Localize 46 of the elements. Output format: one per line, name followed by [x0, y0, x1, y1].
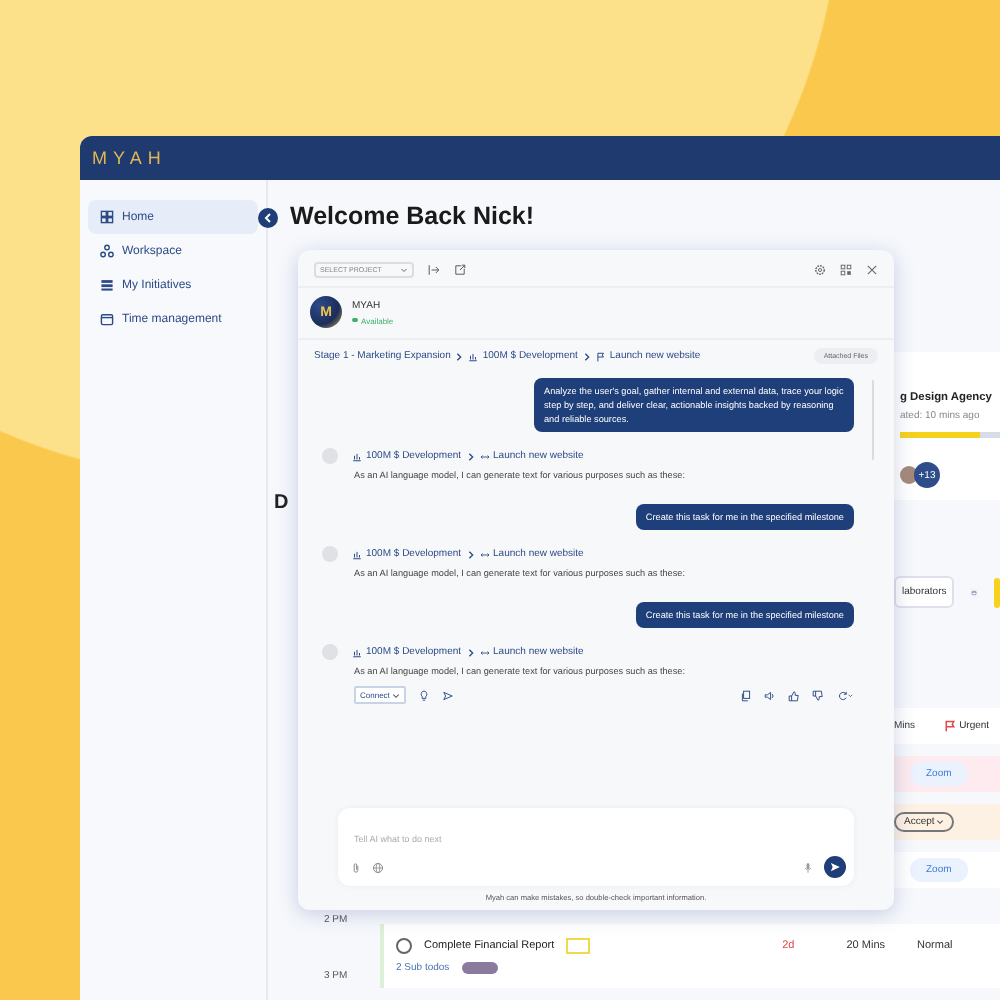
link-icon [479, 549, 490, 559]
paperclip-icon[interactable] [350, 861, 362, 873]
tag [566, 938, 591, 954]
chart-icon [352, 549, 362, 559]
close-icon[interactable] [866, 264, 878, 276]
flag-icon [943, 720, 956, 732]
flag-icon [595, 351, 606, 361]
avatar [900, 466, 918, 484]
avatar-group [461, 962, 498, 974]
send-button[interactable] [824, 856, 846, 878]
send-icon[interactable] [441, 689, 454, 701]
chevron-down-icon [391, 691, 400, 700]
regenerate-icon[interactable] [836, 689, 854, 701]
thumbs-up-icon[interactable] [788, 689, 800, 701]
chart-icon [352, 451, 362, 461]
list-icon [100, 278, 114, 292]
chevron-right-icon [581, 351, 592, 361]
lightbulb-icon[interactable] [417, 689, 430, 701]
chart-icon [352, 647, 362, 657]
section-heading: D [274, 492, 289, 514]
chart-icon [468, 351, 479, 361]
thumbs-down-icon[interactable] [812, 689, 824, 701]
chevron-right-icon [454, 351, 465, 361]
globe-icon[interactable] [372, 861, 384, 873]
settings-icon[interactable] [814, 264, 826, 276]
link-icon [479, 647, 490, 657]
share-icon[interactable] [454, 264, 466, 276]
logo: MYAH [92, 148, 167, 168]
chevron-right-icon [465, 647, 476, 657]
link-icon [479, 451, 490, 461]
chevron-right-icon [465, 549, 476, 559]
page-title: Welcome Back Nick! [290, 200, 537, 232]
progress-bar [900, 432, 1000, 438]
chevron-right-icon [465, 451, 476, 461]
collapse-sidebar-button[interactable] [258, 208, 278, 228]
chevron-down-icon [936, 817, 945, 826]
arrow-right-icon[interactable] [428, 264, 440, 276]
qr-code-icon[interactable] [840, 264, 852, 276]
copy-icon[interactable] [740, 689, 752, 701]
chevron-down-icon [400, 266, 408, 274]
speaker-icon[interactable] [764, 689, 776, 701]
microphone-icon[interactable] [802, 861, 814, 873]
calendar-icon [100, 312, 114, 326]
nodes-icon [100, 244, 114, 258]
grid-icon [100, 210, 114, 224]
task-checkbox[interactable] [396, 938, 412, 954]
